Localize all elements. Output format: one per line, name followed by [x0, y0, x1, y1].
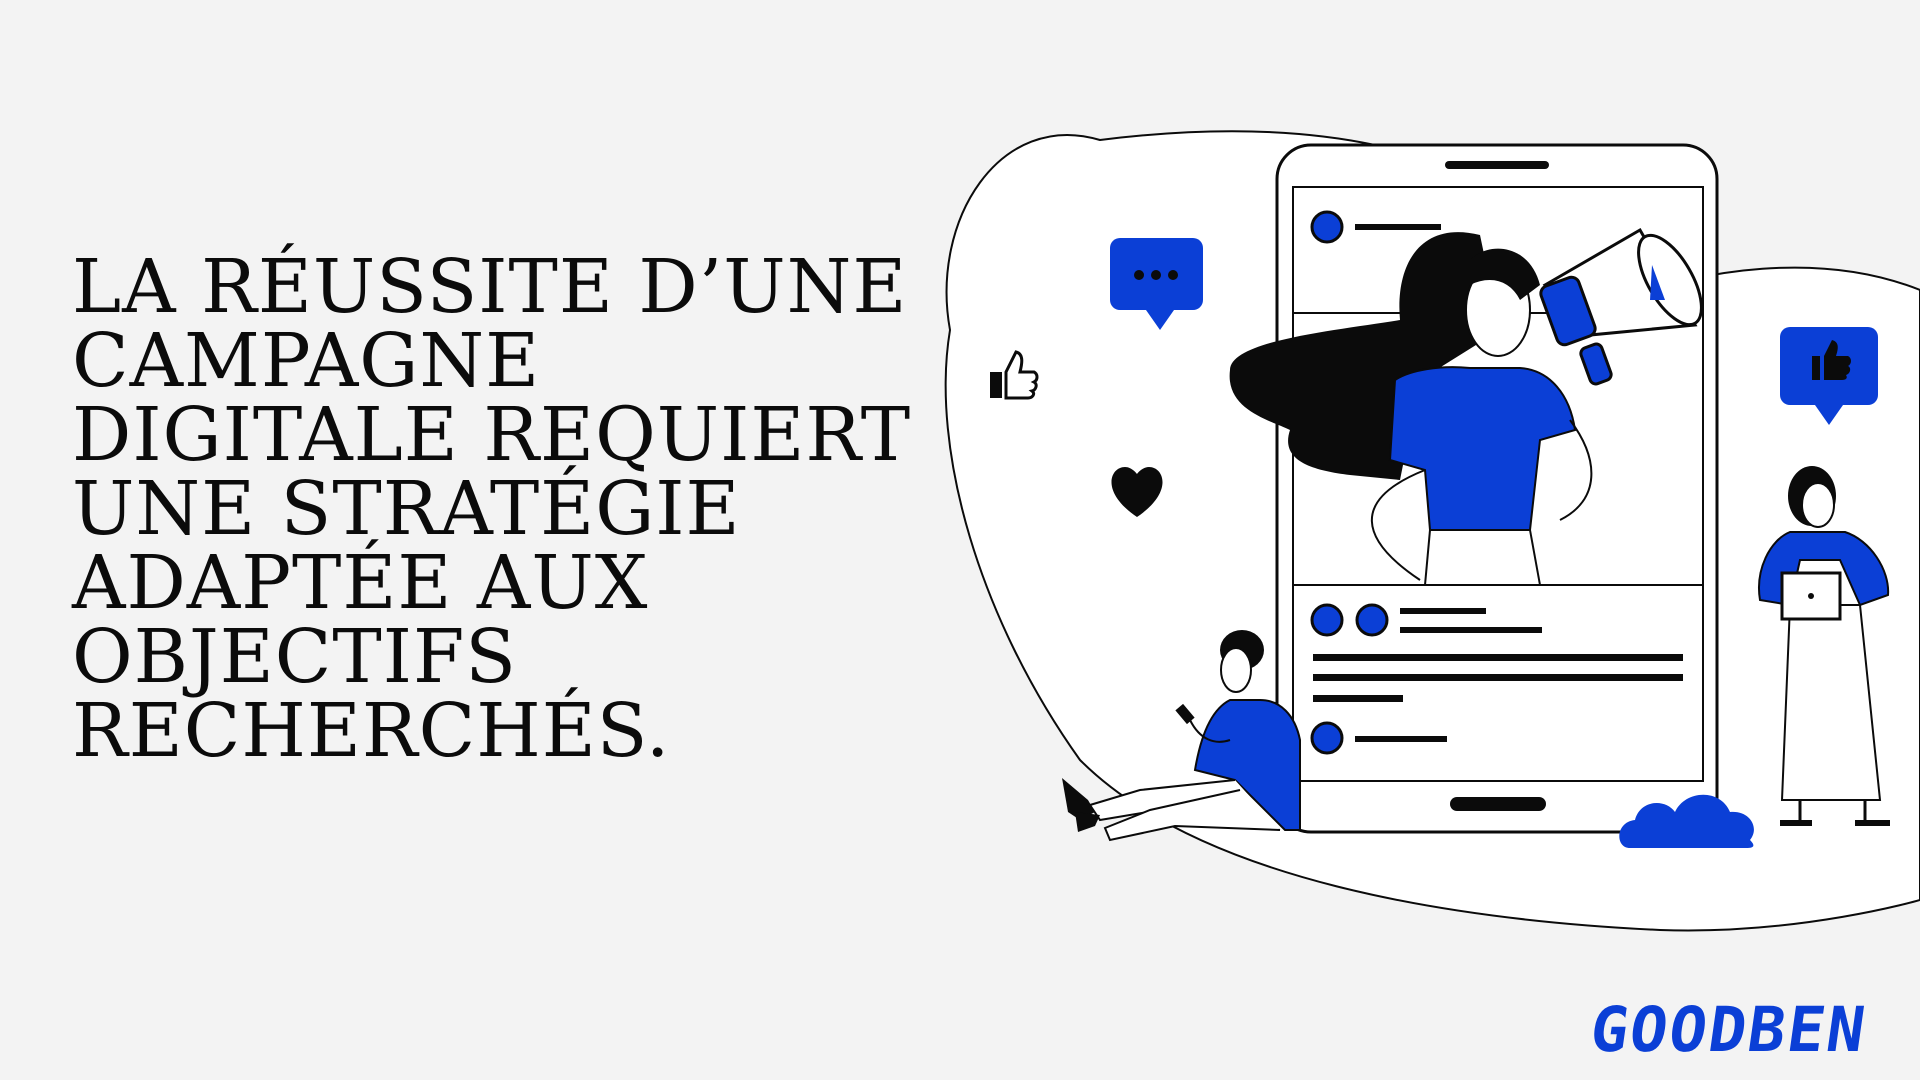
brand-logo: GOODBEN: [1585, 993, 1872, 1066]
social-media-illustration: [944, 130, 1920, 932]
